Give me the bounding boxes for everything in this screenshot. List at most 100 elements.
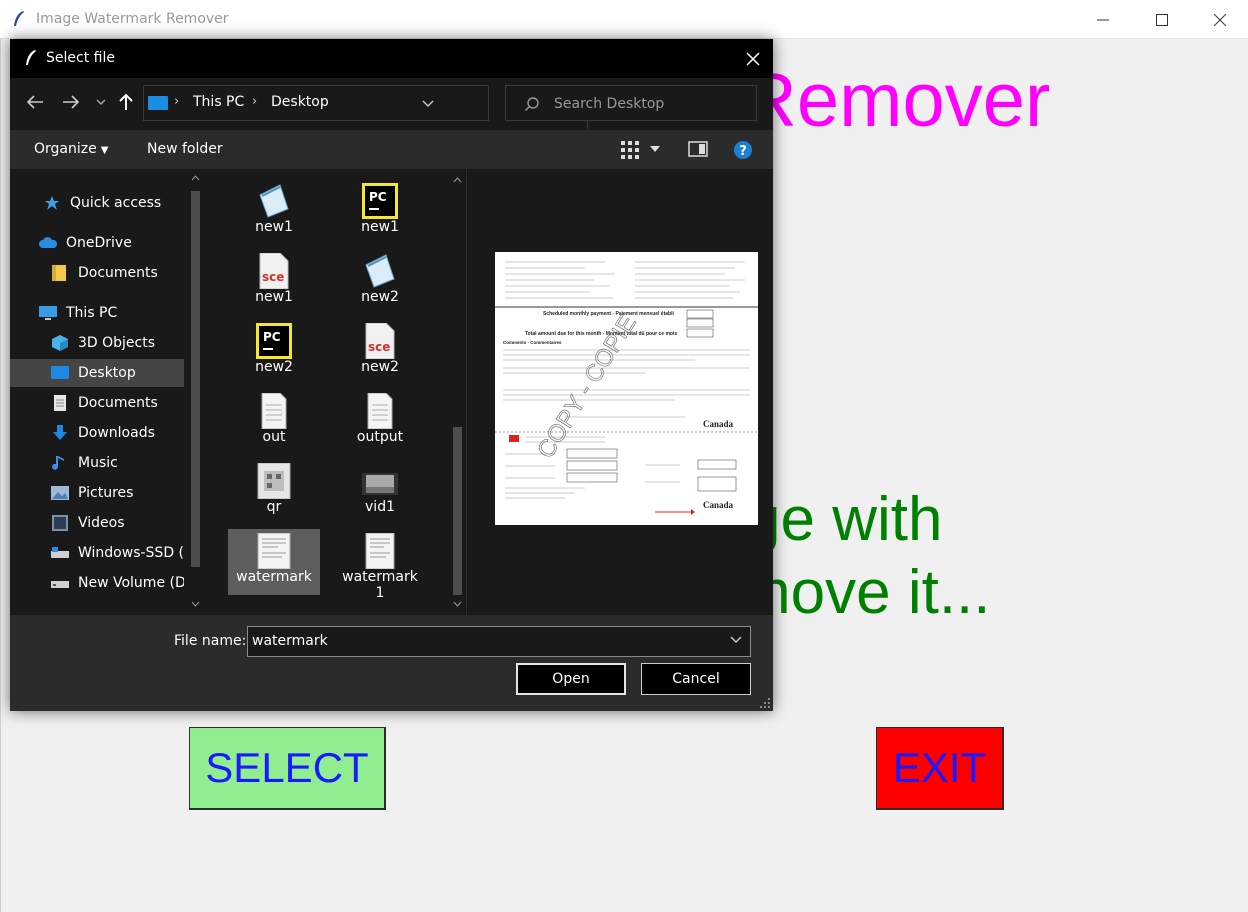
file-item-new2-sce[interactable]: sce new2 [334,319,426,385]
preview-total-line: Total amount due for this month - Montan… [525,331,677,337]
desktop-icon [51,366,69,379]
select-button[interactable]: SELECT [189,727,386,810]
file-label: new1 [255,219,293,235]
preview-comments: Comments - Commentaires [503,340,562,345]
file-item-new1-notepad[interactable]: new1 [228,179,320,245]
new-folder-button[interactable]: New folder [147,141,223,157]
scroll-down-icon[interactable] [191,601,200,607]
open-button[interactable]: Open [516,663,626,695]
image-thumbnail-icon [365,533,395,569]
sidebar-item-this-pc[interactable]: This PC [10,299,184,327]
preview-heading: Scheduled monthly payment - Paiement men… [543,311,674,317]
computer-icon [39,306,57,320]
sidebar-item-desktop[interactable]: Desktop [10,359,184,387]
sidebar-item-windows-ssd[interactable]: Windows-SSD (C [10,539,184,567]
download-icon [53,425,67,440]
sidebar-item-onedrive-documents[interactable]: Documents [10,259,184,287]
chevron-down-icon[interactable] [730,636,742,644]
sidebar-item-label: Videos [78,515,125,531]
file-item-out[interactable]: out [228,389,320,455]
sidebar-item-label: This PC [66,305,118,321]
dialog-footer: File name: Open Cancel [10,615,773,711]
breadcrumb-desktop[interactable]: Desktop [271,94,329,110]
maximize-button[interactable] [1133,0,1191,39]
back-arrow-icon[interactable] [26,94,44,110]
sidebar-item-3d-objects[interactable]: 3D Objects [10,329,184,357]
document-folder-icon [54,395,66,411]
file-label: qr [266,499,282,515]
sidebar-item-label: Windows-SSD (C [78,545,184,561]
select-file-dialog: Select file › This PC › Desktop Search D… [10,39,773,711]
file-list-scrollbar[interactable] [449,169,466,615]
scrollbar-thumb[interactable] [191,191,200,567]
cube-icon [52,335,68,351]
breadcrumb-this-pc[interactable]: This PC [193,94,244,110]
image-thumbnail-icon [257,463,291,499]
view-dropdown-icon[interactable] [650,146,660,152]
file-item-vid1[interactable]: vid1 [334,459,426,525]
file-item-output[interactable]: output [334,389,426,455]
app-titlebar: Image Watermark Remover [0,0,1248,39]
recent-locations-chevron-icon[interactable] [96,99,106,105]
scrollbar-thumb[interactable] [453,427,462,595]
file-item-watermark[interactable]: watermark [228,529,320,595]
up-arrow-icon[interactable] [118,93,134,111]
computer-icon [148,96,168,110]
cancel-button[interactable]: Cancel [641,663,751,695]
svg-text:PC: PC [369,190,387,204]
file-name-label: File name: [174,633,247,649]
cloud-icon [39,237,58,248]
dialog-close-icon[interactable] [743,49,763,69]
search-box[interactable] [505,85,757,121]
sidebar-item-onedrive[interactable]: OneDrive [10,229,184,257]
search-input[interactable] [554,94,744,114]
breadcrumb-separator-icon: › [252,94,258,109]
exit-button[interactable]: EXIT [876,727,1004,810]
file-name-combobox[interactable] [247,626,751,657]
document-preview: Scheduled monthly payment - Paiement men… [495,252,758,525]
resize-grip-icon[interactable] [760,698,770,708]
forward-arrow-icon[interactable] [62,94,80,110]
file-item-new1-sce[interactable]: sce new1 [228,249,320,315]
folder-icon [52,265,66,281]
star-icon [45,196,59,210]
svg-text:?: ? [739,144,747,159]
sidebar-item-quick-access[interactable]: Quick access [10,189,184,217]
sidebar-item-label: OneDrive [66,235,132,251]
sidebar-item-videos[interactable]: Videos [10,509,184,537]
file-item-new2-pycharm[interactable]: PC new2 [228,319,320,385]
sidebar-item-label: New Volume (D: [78,575,184,591]
sce-file-icon: sce [259,253,289,289]
address-dropdown-icon[interactable] [422,94,434,112]
file-item-watermark-1[interactable]: watermark 1 [334,529,426,611]
sidebar-item-music[interactable]: Music [10,449,184,477]
file-item-new1-pycharm[interactable]: PC new1 [334,179,426,245]
drive-icon [51,581,69,588]
help-icon[interactable]: ? [733,140,753,160]
instruction-line-2: move it... [739,558,991,627]
scroll-up-icon[interactable] [191,175,200,181]
instruction-line-1: ge with [746,485,943,554]
sidebar-item-label: Quick access [70,195,162,211]
navigation-scrollbar[interactable] [187,169,204,615]
file-label: vid1 [365,499,395,515]
sidebar-item-label: Desktop [78,365,136,381]
view-options-icon[interactable] [620,140,640,160]
sidebar-item-label: Documents [78,265,158,281]
scroll-up-icon[interactable] [453,177,462,183]
file-name-input[interactable] [252,633,722,649]
file-item-new2-notepad[interactable]: new2 [334,249,426,315]
image-thumbnail-icon [257,533,291,569]
sidebar-item-downloads[interactable]: Downloads [10,419,184,447]
sidebar-item-pictures[interactable]: Pictures [10,479,184,507]
preview-pane-icon[interactable] [688,141,708,157]
sidebar-item-new-volume[interactable]: New Volume (D: [10,569,184,597]
close-window-button[interactable] [1191,0,1248,39]
sidebar-item-documents[interactable]: Documents [10,389,184,417]
address-bar[interactable]: › This PC › Desktop [143,85,612,129]
video-thumbnail-icon [362,473,398,495]
scroll-down-icon[interactable] [453,601,462,607]
file-item-qr[interactable]: qr [228,459,320,525]
minimize-button[interactable] [1074,0,1132,39]
organize-menu[interactable]: Organize ▼ [34,141,108,157]
